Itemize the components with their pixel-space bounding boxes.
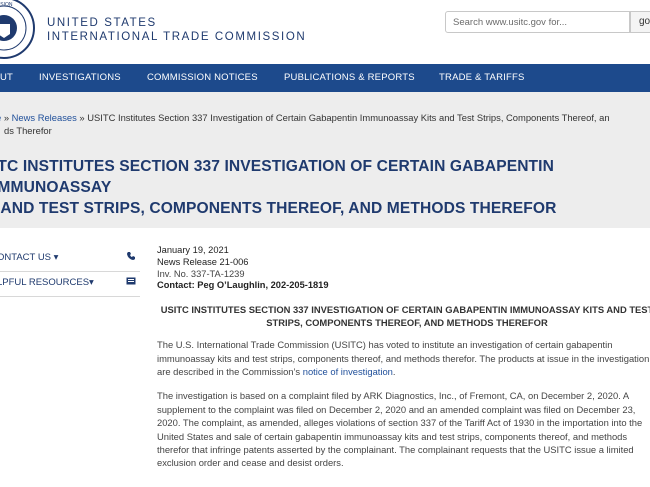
breadcrumb-current-cont: ds Therefor (4, 124, 52, 136)
release-meta: January 19, 2021 News Release 21-006 Inv… (157, 245, 650, 292)
page-title: ITC INSTITUTES SECTION 337 INVESTIGATION… (0, 156, 650, 219)
svg-text:ISSION: ISSION (0, 2, 13, 8)
page-banner: e » News Releases » USITC Institutes Sec… (0, 92, 650, 228)
sidebar-item-helpful-resources[interactable]: LPFUL RESOURCES▾ (0, 272, 140, 297)
page-title-line-1: ITC INSTITUTES SECTION 337 INVESTIGATION… (0, 158, 554, 196)
breadcrumb-separator: » (79, 112, 85, 123)
site-header: ISSION UNITED STATES INTERNATIONAL TRADE… (0, 0, 650, 64)
page-title-line-2: S AND TEST STRIPS, COMPONENTS THEREOF, A… (0, 200, 557, 217)
breadcrumb-separator: » (3, 112, 10, 123)
breadcrumb-news-releases[interactable]: News Releases (12, 112, 77, 123)
usitc-seal-logo[interactable]: ISSION (0, 0, 36, 60)
agency-line-1: UNITED STATES (47, 17, 157, 29)
search-input[interactable] (445, 11, 630, 33)
search-go-button[interactable]: go (630, 11, 650, 33)
breadcrumb: e » News Releases » USITC Institutes Sec… (0, 112, 650, 137)
nav-item-publications-reports[interactable]: PUBLICATIONS & REPORTS (284, 72, 415, 83)
release-date: January 19, 2021 (157, 245, 229, 255)
sidebar-item-label: ONTACT US ▾ (0, 252, 59, 263)
release-subtitle: USITC INSTITUTES SECTION 337 INVESTIGATI… (160, 304, 650, 328)
nav-item-trade-tariffs[interactable]: TRADE & TARIFFS (439, 72, 525, 83)
sidebar-item-contact-us[interactable]: ONTACT US ▾ (0, 247, 140, 272)
news-release-content: January 19, 2021 News Release 21-006 Inv… (157, 245, 650, 470)
investigation-number: Inv. No. 337-TA-1239 (157, 268, 245, 279)
nav-item-investigations[interactable]: INVESTIGATIONS (39, 72, 121, 83)
breadcrumb-current: USITC Institutes Section 337 Investigati… (87, 112, 610, 123)
sidebar: ONTACT US ▾ LPFUL RESOURCES▾ (0, 247, 140, 297)
paragraph-1: The U.S. International Trade Commission … (157, 338, 650, 378)
notice-of-investigation-link[interactable]: notice of investigation (303, 366, 393, 377)
sidebar-item-label: LPFUL RESOURCES▾ (0, 277, 94, 288)
main-nav: UT INVESTIGATIONS COMMISSION NOTICES PUB… (0, 64, 650, 92)
nav-item-commission-notices[interactable]: COMMISSION NOTICES (147, 72, 258, 83)
release-number: News Release 21-006 (157, 256, 249, 267)
nav-item-about[interactable]: UT (0, 72, 13, 83)
paragraph-2: The investigation is based on a complain… (157, 390, 643, 469)
paragraph-1-end: . (392, 366, 396, 377)
agency-line-2: INTERNATIONAL TRADE COMMISSION (47, 31, 307, 43)
paragraph-1-text: The U.S. International Trade Commission … (157, 339, 650, 377)
breadcrumb-home[interactable]: e (0, 112, 1, 123)
book-icon (126, 277, 136, 285)
release-contact: Contact: Peg O’Laughlin, 202-205-1819 (157, 280, 329, 291)
phone-icon (127, 252, 135, 260)
agency-name[interactable]: UNITED STATES INTERNATIONAL TRADE COMMIS… (47, 16, 306, 44)
